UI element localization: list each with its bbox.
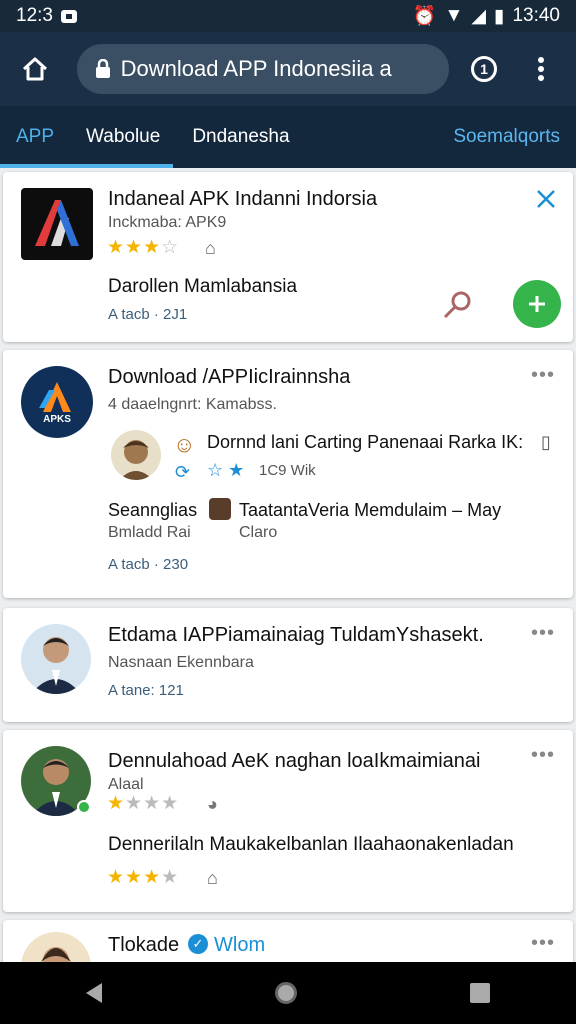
app-meta: A tacb · 230 bbox=[108, 556, 189, 573]
rating-stars: ★★★★ bbox=[107, 867, 180, 888]
rating-stars: ★★★★ bbox=[107, 793, 180, 814]
key-icon bbox=[443, 291, 471, 319]
app-subtitle: 4 daaelngnrt: Kamabss. bbox=[108, 396, 277, 413]
back-icon bbox=[86, 983, 103, 1003]
online-indicator bbox=[77, 800, 91, 814]
recents-icon bbox=[469, 983, 490, 1003]
app-logo-icon: APKS bbox=[21, 366, 93, 438]
reviewer-avatar bbox=[111, 430, 161, 480]
app-meta: A tacb · 2J1 bbox=[108, 306, 188, 323]
globe-icon: ◕ bbox=[207, 794, 218, 814]
tab-count-badge: 1 bbox=[471, 56, 497, 82]
home-icon: ⌂ bbox=[207, 868, 218, 888]
list-item[interactable]: Dennulahoad AeK naghan loaIkmaimianai ••… bbox=[3, 730, 573, 912]
star-icon: ☆ ★ bbox=[207, 460, 245, 480]
home-icon bbox=[23, 57, 48, 81]
battery-icon: ▮ bbox=[493, 5, 505, 27]
install-button[interactable] bbox=[513, 280, 561, 328]
notification-icon bbox=[60, 9, 77, 23]
app-meta: A tane: 121 bbox=[108, 682, 184, 699]
status-bar: 12:3 ⏰ ▼ ◢ ▮ 13:40 bbox=[0, 0, 576, 32]
home-circle-icon bbox=[274, 982, 297, 1004]
verified-icon: ✓ bbox=[188, 934, 208, 954]
refresh-icon: ⟳ bbox=[175, 462, 191, 482]
app-description: Darollen Mamlabansia bbox=[108, 276, 298, 297]
share-button[interactable] bbox=[439, 288, 475, 324]
tab-wabolue[interactable]: Wabolue bbox=[70, 106, 176, 168]
user-avatar bbox=[209, 498, 231, 520]
more-vert-icon bbox=[537, 57, 544, 81]
app-title[interactable]: Etdama IAPPiamainaiag TuldamYshasekt. bbox=[108, 624, 484, 647]
signal-icon: ◢ bbox=[471, 5, 486, 27]
extra-left-2: Bmladd Rai bbox=[108, 524, 191, 541]
rating-stars: ★★★☆ bbox=[107, 237, 180, 258]
menu-button[interactable] bbox=[519, 47, 562, 91]
more-options-button[interactable]: ••• bbox=[531, 744, 555, 767]
home-nav-button[interactable] bbox=[265, 972, 307, 1014]
url-text: Download APP Indonesiia a bbox=[120, 56, 392, 81]
tabs-button[interactable]: 1 bbox=[463, 47, 506, 91]
app-subtitle: Inckmaba: APK9 bbox=[108, 214, 227, 231]
list-item[interactable]: APKS Download /APPIicIrainnsha ••• 4 daa… bbox=[3, 350, 573, 598]
plus-icon bbox=[529, 296, 545, 312]
extra-left-1: Seannglias bbox=[108, 500, 198, 520]
address-bar[interactable]: Download APP Indonesiia a bbox=[76, 44, 449, 94]
app-logo-label: APKS bbox=[43, 413, 71, 425]
home-button[interactable] bbox=[14, 47, 57, 91]
tab-dndanesha[interactable]: Dndanesha bbox=[176, 106, 305, 168]
status-time-left: 12:3 bbox=[16, 5, 53, 26]
back-button[interactable] bbox=[76, 973, 112, 1013]
list-item[interactable]: Tlokade ✓ Wlom ••• bbox=[3, 920, 573, 962]
more-options-button[interactable]: ••• bbox=[531, 622, 555, 645]
list-item[interactable]: Indaneal APK Indanni Indorsia Inckmaba: … bbox=[3, 172, 573, 342]
app-title[interactable]: Indaneal APK Indanni Indorsia bbox=[108, 188, 377, 211]
close-button[interactable] bbox=[533, 186, 559, 212]
category-tabs: APP Wabolue Dndanesha Soemalqorts bbox=[0, 106, 576, 168]
alarm-icon: ⏰ bbox=[412, 6, 437, 27]
review-title: Dornnd lani Carting Panenaai Rarka IK: bbox=[207, 432, 524, 452]
status-time-right: 13:40 bbox=[512, 5, 560, 26]
wifi-icon: ▼ bbox=[444, 5, 464, 26]
more-options-button[interactable]: ••• bbox=[531, 932, 555, 955]
app-description: Dennerilaln Maukakelbanlan Ilaahaonakenl… bbox=[108, 834, 514, 855]
home-icon: ⌂ bbox=[205, 238, 216, 258]
more-options-button[interactable]: ••• bbox=[531, 364, 555, 387]
recents-button[interactable] bbox=[460, 973, 500, 1013]
lock-icon bbox=[95, 59, 110, 78]
browser-toolbar: Download APP Indonesiia a 1 bbox=[0, 32, 576, 106]
extra-right-2: Claro bbox=[239, 524, 278, 541]
app-title[interactable]: Download /APPIicIrainnsha bbox=[108, 366, 350, 389]
system-nav-bar bbox=[0, 962, 576, 1024]
app-logo-icon bbox=[21, 188, 93, 260]
review-meta: 1C9 Wik bbox=[259, 462, 316, 479]
close-icon bbox=[537, 190, 555, 208]
copy-icon[interactable]: ▯ bbox=[541, 432, 551, 453]
emoji-icon: ☺ bbox=[173, 432, 196, 457]
list-item[interactable]: Etdama IAPPiamainaiag TuldamYshasekt. ••… bbox=[3, 608, 573, 722]
author-avatar bbox=[21, 932, 91, 962]
verified-label: Wlom bbox=[214, 934, 266, 956]
tab-soemalqorts[interactable]: Soemalqorts bbox=[437, 106, 576, 168]
tab-app[interactable]: APP bbox=[0, 106, 70, 168]
app-list: Indaneal APK Indanni Indorsia Inckmaba: … bbox=[0, 168, 576, 962]
app-title[interactable]: Dennulahoad AeK naghan loaIkmaimianai bbox=[108, 750, 481, 773]
app-subtitle: Nasnaan Ekennbara bbox=[108, 654, 254, 671]
app-title[interactable]: Tlokade bbox=[108, 934, 179, 957]
extra-right-1: TaatantaVeria Memdulaim – May bbox=[239, 500, 502, 520]
author-avatar bbox=[21, 624, 91, 694]
